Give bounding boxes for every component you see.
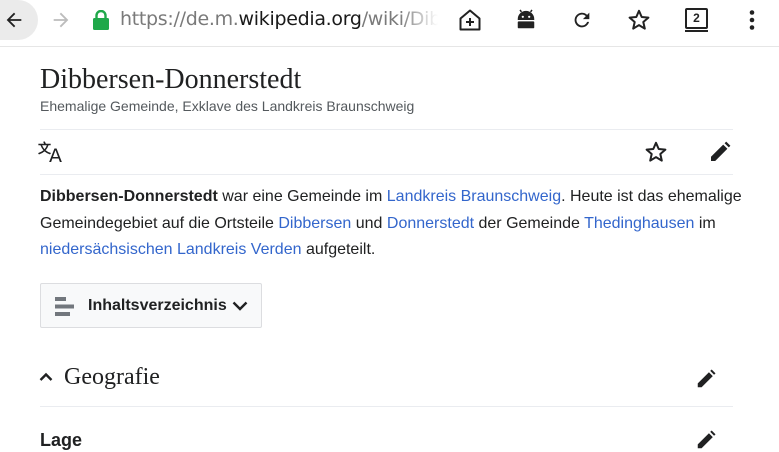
- forward-arrow-icon[interactable]: [48, 0, 74, 40]
- watch-star-icon[interactable]: [643, 139, 669, 165]
- url-host: wikipedia.org: [238, 8, 362, 30]
- text-span: aufgeteilt.: [301, 241, 376, 258]
- svg-text:A: A: [49, 145, 62, 164]
- divider: [40, 174, 733, 175]
- toc-button[interactable]: Inhaltsverzeichnis: [40, 283, 262, 328]
- android-icon[interactable]: [513, 0, 539, 40]
- divider: [40, 406, 733, 407]
- tab-switcher-underline: [685, 30, 708, 32]
- link-thedinghausen[interactable]: Thedinghausen: [584, 215, 694, 232]
- edit-subsection-icon[interactable]: [694, 428, 718, 452]
- section-heading-geografie[interactable]: Geografie: [64, 364, 160, 391]
- edit-pencil-icon[interactable]: [707, 139, 733, 165]
- text-span: der Gemeinde: [474, 214, 585, 232]
- intro-paragraph: Dibbersen-Donnerstedt war eine Gemeinde …: [40, 184, 742, 264]
- page-subtitle: Ehemalige Gemeinde, Exklave des Landkrei…: [40, 98, 415, 114]
- reload-icon[interactable]: [569, 0, 595, 40]
- link-landkreis-verden[interactable]: niedersächsischen Landkreis Verden: [40, 241, 302, 258]
- text-span: Gemeindegebiet auf die Ortsteile: [40, 214, 279, 232]
- overflow-menu-icon[interactable]: [742, 0, 762, 40]
- divider: [40, 129, 733, 130]
- secure-lock-icon[interactable]: [90, 0, 112, 40]
- tab-switcher-button[interactable]: 2: [685, 8, 708, 29]
- bookmark-star-icon[interactable]: [625, 0, 653, 40]
- address-bar-url[interactable]: https://de.m.wikipedia.org/wiki/Dibberse…: [120, 8, 438, 32]
- page-title: Dibbersen-Donnerstedt: [40, 64, 302, 95]
- add-to-home-icon[interactable]: [457, 0, 483, 40]
- link-landkreis-braunschweig[interactable]: Landkreis Braunschweig: [387, 188, 561, 205]
- url-prefix: https://de.m.: [120, 8, 239, 30]
- text-span: . Heute ist das ehemalige: [561, 188, 742, 205]
- link-donnerstedt[interactable]: Donnerstedt: [387, 215, 474, 232]
- lead-bold-term: Dibbersen-Donnerstedt: [40, 188, 218, 205]
- toc-label: Inhaltsverzeichnis: [88, 297, 227, 314]
- url-path: /wiki/Dibbersen: [361, 8, 438, 30]
- text-span: war eine Gemeinde im: [217, 188, 387, 205]
- subsection-heading-lage: Lage: [40, 430, 83, 450]
- text-span: und: [351, 214, 387, 232]
- browser-toolbar: https://de.m.wikipedia.org/wiki/Dibberse…: [0, 0, 779, 47]
- edit-section-icon[interactable]: [694, 367, 718, 391]
- language-icon[interactable]: 文 A: [38, 139, 66, 165]
- back-arrow-icon[interactable]: [0, 0, 28, 40]
- link-dibbersen[interactable]: Dibbersen: [278, 215, 351, 232]
- text-span: im: [694, 214, 716, 232]
- toc-list-icon: [54, 296, 76, 316]
- chevron-up-icon[interactable]: [38, 369, 54, 385]
- chevron-down-icon: [231, 297, 249, 315]
